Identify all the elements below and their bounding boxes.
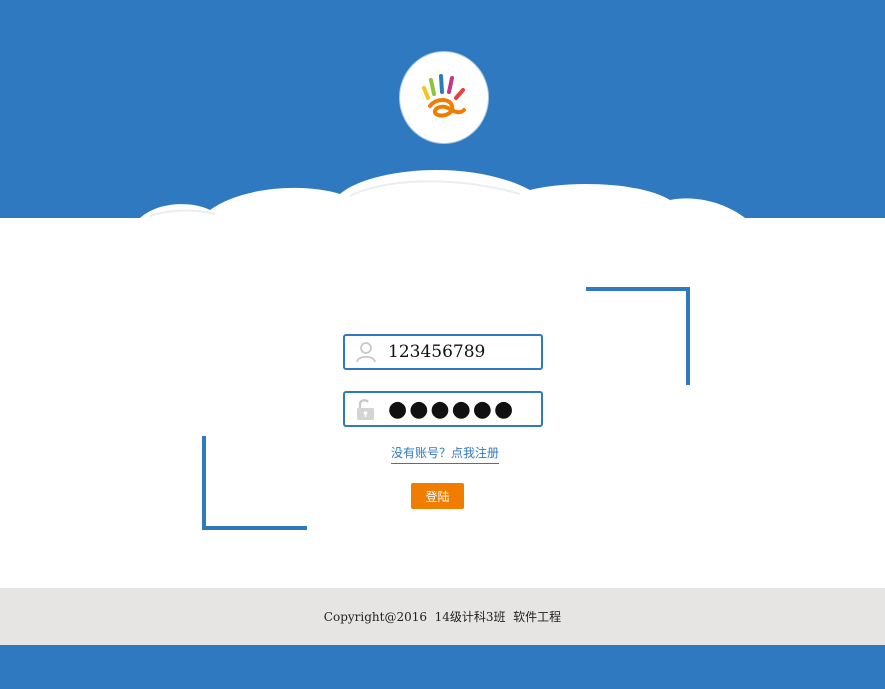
- hand-logo-icon: [422, 73, 466, 118]
- lock-icon: [357, 399, 374, 420]
- header-banner: [0, 0, 885, 218]
- bottom-bar: [0, 645, 885, 689]
- password-input[interactable]: [388, 396, 528, 422]
- login-button[interactable]: 登陆: [411, 483, 464, 509]
- user-icon: [356, 342, 376, 363]
- footer: Copyright@2016 14级计科3班 软件工程: [0, 588, 885, 645]
- clouds-decoration: [140, 169, 745, 218]
- password-field[interactable]: [343, 391, 543, 427]
- username-field[interactable]: [343, 334, 543, 370]
- logo: [400, 52, 488, 143]
- corner-bracket-top-right: [586, 287, 690, 385]
- register-link[interactable]: 没有账号？点我注册: [391, 444, 500, 464]
- username-input[interactable]: [388, 342, 528, 362]
- corner-bracket-bottom-left: [202, 436, 307, 530]
- copyright-text: Copyright@2016 14级计科3班 软件工程: [323, 610, 562, 624]
